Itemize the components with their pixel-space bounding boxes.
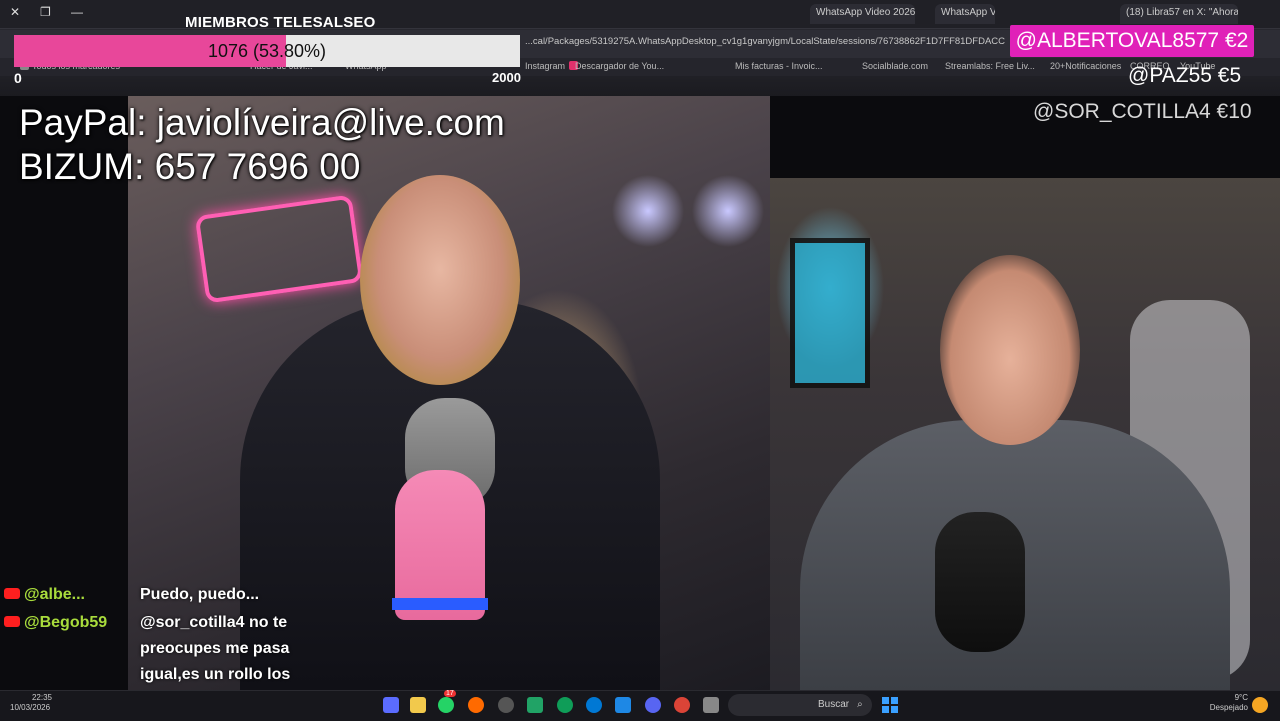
- members-goal-min: 0: [14, 70, 22, 86]
- search-icon: ⌕: [857, 699, 863, 710]
- tab-label: (18) Libra57 en X: "Ahora es m...: [1126, 7, 1238, 18]
- notification-badge: 17: [444, 690, 456, 697]
- weather-sun-icon: [1252, 697, 1268, 713]
- search-placeholder: Buscar: [818, 699, 850, 710]
- donation-alert-1: @ALBERTOVAL8577 €2: [1010, 25, 1254, 57]
- minimize-window-icon[interactable]: —: [71, 5, 83, 19]
- bookmark-label: Streamlabs: Free Liv...: [945, 61, 1035, 71]
- tab-whatsapp-video-1[interactable]: WhatsApp Video 2026-03-10 a...: [810, 4, 915, 24]
- bookmark-notificaciones[interactable]: 20+Notificaciones: [1050, 61, 1121, 71]
- tab-libra57[interactable]: (18) Libra57 en X: "Ahora es m...: [1120, 4, 1238, 24]
- host-left-face: [360, 175, 520, 385]
- bookmark-label: Instagram: [525, 61, 566, 71]
- obs-icon[interactable]: [498, 697, 514, 713]
- members-goal-title: MIEMBROS TELESALSEO: [185, 14, 376, 31]
- discord-icon[interactable]: [645, 697, 661, 713]
- background-monitor: [790, 238, 870, 388]
- bookmark-instagram[interactable]: Instagram: [525, 61, 581, 71]
- bookmark-socialblade[interactable]: Socialblade.com: [862, 61, 928, 71]
- members-goal-max: 2000: [492, 70, 521, 85]
- taskbar-search[interactable]: Buscar ⌕: [728, 694, 872, 716]
- excel-icon[interactable]: [527, 697, 543, 713]
- chat-username: @Begob59: [24, 614, 108, 631]
- bookmark-label: Mis facturas - Invoic...: [735, 61, 823, 71]
- youtube-icon: [4, 588, 20, 599]
- youtube-icon: [4, 616, 20, 627]
- microphone-right: [935, 512, 1025, 652]
- close-window-icon[interactable]: ✕: [10, 5, 20, 19]
- payment-info: PayPal: javiolíveira@live.com BIZUM: 657…: [19, 101, 505, 189]
- tab-label: WhatsApp Video 2026-03-...: [941, 7, 995, 18]
- chat-message-1: Puedo, puedo...: [140, 586, 260, 603]
- bookmark-facturas[interactable]: Mis facturas - Invoic...: [735, 61, 823, 71]
- paypal-text: PayPal: javiolíveira@live.com: [19, 102, 505, 143]
- task-view-icon[interactable]: [703, 697, 719, 713]
- mail-icon[interactable]: [615, 697, 631, 713]
- bookmark-label: Socialblade.com: [862, 61, 929, 71]
- snipping-tool-icon[interactable]: [383, 697, 399, 713]
- bookmark-label: 20+Notificaciones: [1050, 61, 1122, 71]
- restore-window-icon[interactable]: ❐: [40, 5, 51, 19]
- maps-icon[interactable]: [557, 697, 573, 713]
- chrome-icon[interactable]: [674, 697, 690, 713]
- taskbar-clock[interactable]: 22:35 10/03/2026: [10, 693, 52, 713]
- members-progress-label: 1076 (53.80%): [207, 41, 327, 61]
- bizum-text: BIZUM: 657 7696 00: [19, 146, 361, 187]
- members-progress-bar: 1076 (53.80%): [14, 35, 520, 67]
- bookmark-streamlabs[interactable]: Streamlabs: Free Liv...: [945, 61, 1035, 71]
- chat-user-2: @Begob59: [4, 614, 107, 632]
- url-text[interactable]: ...cal/Packages/5319275A.WhatsAppDesktop…: [525, 36, 1005, 47]
- bookmark-descargador[interactable]: Descargador de You...: [575, 61, 664, 71]
- donation-alert-2: @PAZ55 €5: [1128, 64, 1242, 87]
- tab-whatsapp-video-2[interactable]: WhatsApp Video 2026-03-...: [935, 4, 995, 24]
- windows-start-icon[interactable]: [882, 697, 898, 713]
- clock-time: 22:35: [31, 693, 52, 702]
- weather-condition: Despejado: [1209, 703, 1248, 712]
- taskbar-weather[interactable]: 9°C Despejado: [1208, 693, 1248, 713]
- weather-temperature: 9°C: [1234, 693, 1248, 702]
- file-explorer-icon[interactable]: [410, 697, 426, 713]
- whatsapp-icon[interactable]: 17: [438, 690, 456, 713]
- firefox-icon[interactable]: [468, 697, 484, 713]
- chat-username: @albe...: [24, 586, 85, 603]
- host-right-face: [940, 255, 1080, 445]
- microphone-left-ring: [392, 598, 488, 610]
- bookmark-label: Descargador de You...: [575, 61, 665, 71]
- clock-date: 10/03/2026: [10, 703, 51, 712]
- chat-user-1: @albe...: [4, 586, 85, 604]
- taskbar: [0, 690, 1280, 721]
- edge-icon[interactable]: [586, 697, 602, 713]
- tab-label: WhatsApp Video 2026-03-10 a...: [816, 7, 915, 18]
- donation-alert-3: @SOR_COTILLA4 €10: [1033, 100, 1252, 123]
